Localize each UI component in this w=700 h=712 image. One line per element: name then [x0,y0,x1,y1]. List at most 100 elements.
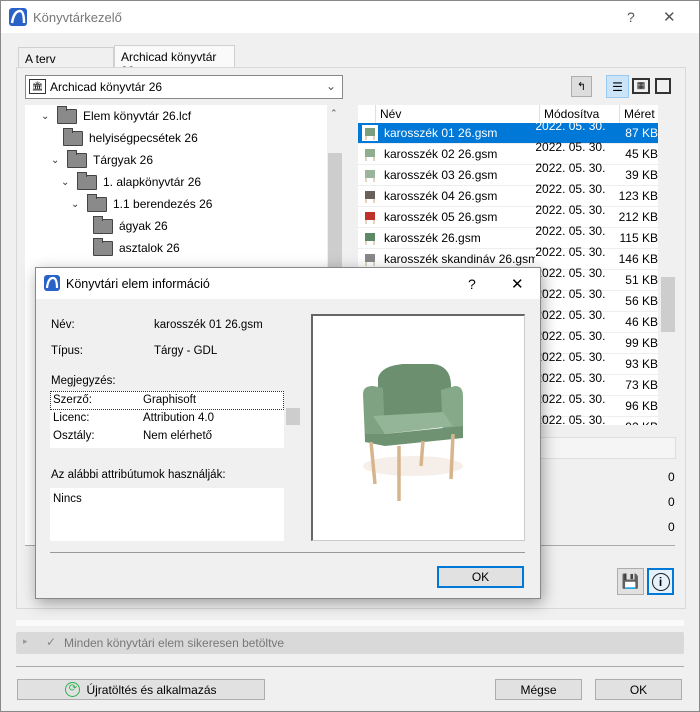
type-value: Tárgy - GDL [154,345,218,357]
tree-item-label: 1.1 berendezés 26 [113,197,213,211]
spacer [16,620,684,626]
file-size: 39 KB [625,168,658,182]
file-list-scroll-thumb[interactable] [661,277,675,332]
file-row[interactable]: karosszék 02 26.gsm 2022. 05. 30. ... 45 K… [358,140,658,168]
dialog-close-button[interactable]: ✕ [511,275,524,293]
file-row[interactable]: karosszék 04 26.gsm 2022. 05. 30. ... 123 … [358,182,658,210]
count-2: 0 [668,495,675,509]
column-header-name[interactable]: Név [376,105,540,123]
tree-item-label: helyiségpecsétek 26 [89,131,198,145]
file-name: karosszék 03 26.gsm [384,168,498,182]
help-button[interactable]: ? [627,9,635,25]
armchair-preview-image [363,364,463,501]
close-button[interactable]: ✕ [663,8,676,26]
tree-item-label: asztalok 26 [119,241,180,255]
armchair-thumbnail-icon [362,209,378,225]
library-dropdown-value: Archicad könyvtár 26 [50,80,163,94]
expand-icon[interactable]: ▸ [23,636,28,647]
chevron-down-icon[interactable]: ⌄ [61,177,71,188]
divider [50,552,525,553]
tree-item[interactable]: ⌄ Tárgyak 26 [51,149,153,171]
file-name: karosszék 05 26.gsm [384,210,498,224]
tree-item[interactable]: ⌄ 1. alapkönyvtár 26 [61,171,201,193]
reload-icon: ⟳ [65,682,81,697]
used-by-list[interactable]: Nincs [50,488,284,541]
file-size: 51 KB [625,273,658,287]
save-button[interactable]: 💾 [617,568,644,595]
tree-item[interactable]: asztalok 26 [93,237,180,259]
file-size: 73 KB [625,378,658,392]
folder-up-icon: ↰ [576,81,587,93]
armchair-thumbnail-icon [362,146,378,162]
file-size: 212 KB [618,210,658,224]
armchair-thumbnail-icon [362,230,378,246]
dialog-ok-button[interactable]: OK [437,566,524,588]
note-value: Attribution 4.0 [143,412,214,424]
library-dropdown[interactable]: 🏛 Archicad könyvtár 26 ⌄ [25,75,343,99]
folder-icon [63,127,83,146]
notes-scrollbar[interactable] [286,391,300,448]
file-row[interactable]: karosszék 01 26.gsm 2022. 05. 30. ... 87 K… [358,119,658,147]
status-text: Minden könyvtári elem sikeresen betöltve [64,636,285,650]
reload-apply-label: Újratöltés és alkalmazás [86,682,217,697]
file-name: karosszék 26.gsm [384,231,481,245]
file-size: 56 KB [625,294,658,308]
notes-scroll-thumb[interactable] [286,408,300,425]
grid-view-icon: ▦ [636,80,646,90]
file-list-scrollbar[interactable] [660,122,676,425]
file-size: 87 KB [625,126,658,140]
tab-project-libraries[interactable]: A terv könyvtárai [18,47,114,80]
cancel-button[interactable]: Mégse [495,679,582,700]
save-export-icon: 💾 [621,573,640,589]
notes-list[interactable]: Szerző: Graphisoft Licenc: Attribution 4… [50,391,284,448]
note-key: Licenc: [53,412,90,424]
type-label: Típus: [51,345,83,357]
chevron-down-icon[interactable]: ⌄ [41,111,51,122]
tree-item-label: ágyak 26 [119,219,168,233]
folder-icon [87,193,107,212]
armchair-thumbnail-icon [362,167,378,183]
tree-item[interactable]: ⌄ Elem könyvtár 26.lcf [41,105,191,127]
count-1: 0 [668,470,675,484]
dialog-title: Könyvtári elem információ [66,277,210,291]
tree-item[interactable]: helyiségpecsétek 26 [63,127,198,149]
preview-view-button[interactable] [655,78,671,94]
tab-archicad-library[interactable]: Archicad könyvtár 26 [114,45,235,78]
tree-item-label: 1. alapkönyvtár 26 [103,175,202,189]
folder-icon [67,149,87,168]
chevron-down-icon[interactable]: ⌄ [71,199,81,210]
tree-item[interactable]: ⌄ 1.1 berendezés 26 [71,193,212,215]
item-info-dialog: Könyvtári elem információ ? ✕ Név: karos… [35,267,541,599]
status-bar[interactable]: ▸ ✓ Minden könyvtári elem sikeresen betö… [16,632,684,654]
file-name: karosszék 01 26.gsm [384,126,498,140]
scroll-up-icon[interactable]: ⌃ [330,108,338,119]
file-row[interactable]: karosszék 03 26.gsm 2022. 05. 30. ... 39 K… [358,161,658,189]
file-size: 96 KB [625,399,658,413]
tree-item[interactable]: ágyak 26 [93,215,168,237]
file-name: karosszék 04 26.gsm [384,189,498,203]
window-title: Könyvtárkezelő [33,10,122,25]
list-view-button[interactable]: ☰ [606,75,629,98]
tree-item-label: Elem könyvtár 26.lcf [83,109,192,123]
list-view-icon: ☰ [612,79,623,94]
ok-button[interactable]: OK [595,679,682,700]
dialog-title-bar: Könyvtári elem információ ? ✕ [36,268,540,299]
file-row[interactable]: karosszék 05 26.gsm 2022. 05. 30. ... 212 … [358,203,658,231]
title-bar: Könyvtárkezelő ? ✕ [1,1,699,33]
reload-apply-button[interactable]: ⟳ Újratöltés és alkalmazás [17,679,265,700]
file-modified: 2022. 05. 30. ... [535,413,606,425]
grid-view-button[interactable]: ▦ [632,78,650,94]
file-name: karosszék 02 26.gsm [384,147,498,161]
folder-up-button[interactable]: ↰ [571,76,592,97]
chevron-down-icon[interactable]: ⌄ [51,155,61,166]
column-header-size[interactable]: Méret [620,105,658,123]
info-button[interactable]: i [647,568,674,595]
file-row[interactable]: karosszék 26.gsm 2022. 05. 30. ... 115 KB [358,224,658,252]
file-size: 92 KB [612,420,658,425]
dialog-help-button[interactable]: ? [468,276,476,292]
divider [16,666,684,667]
folder-icon [93,237,113,256]
file-size: 99 KB [625,336,658,350]
notes-label: Megjegyzés: [51,375,116,387]
armchair-thumbnail-icon [362,125,378,141]
